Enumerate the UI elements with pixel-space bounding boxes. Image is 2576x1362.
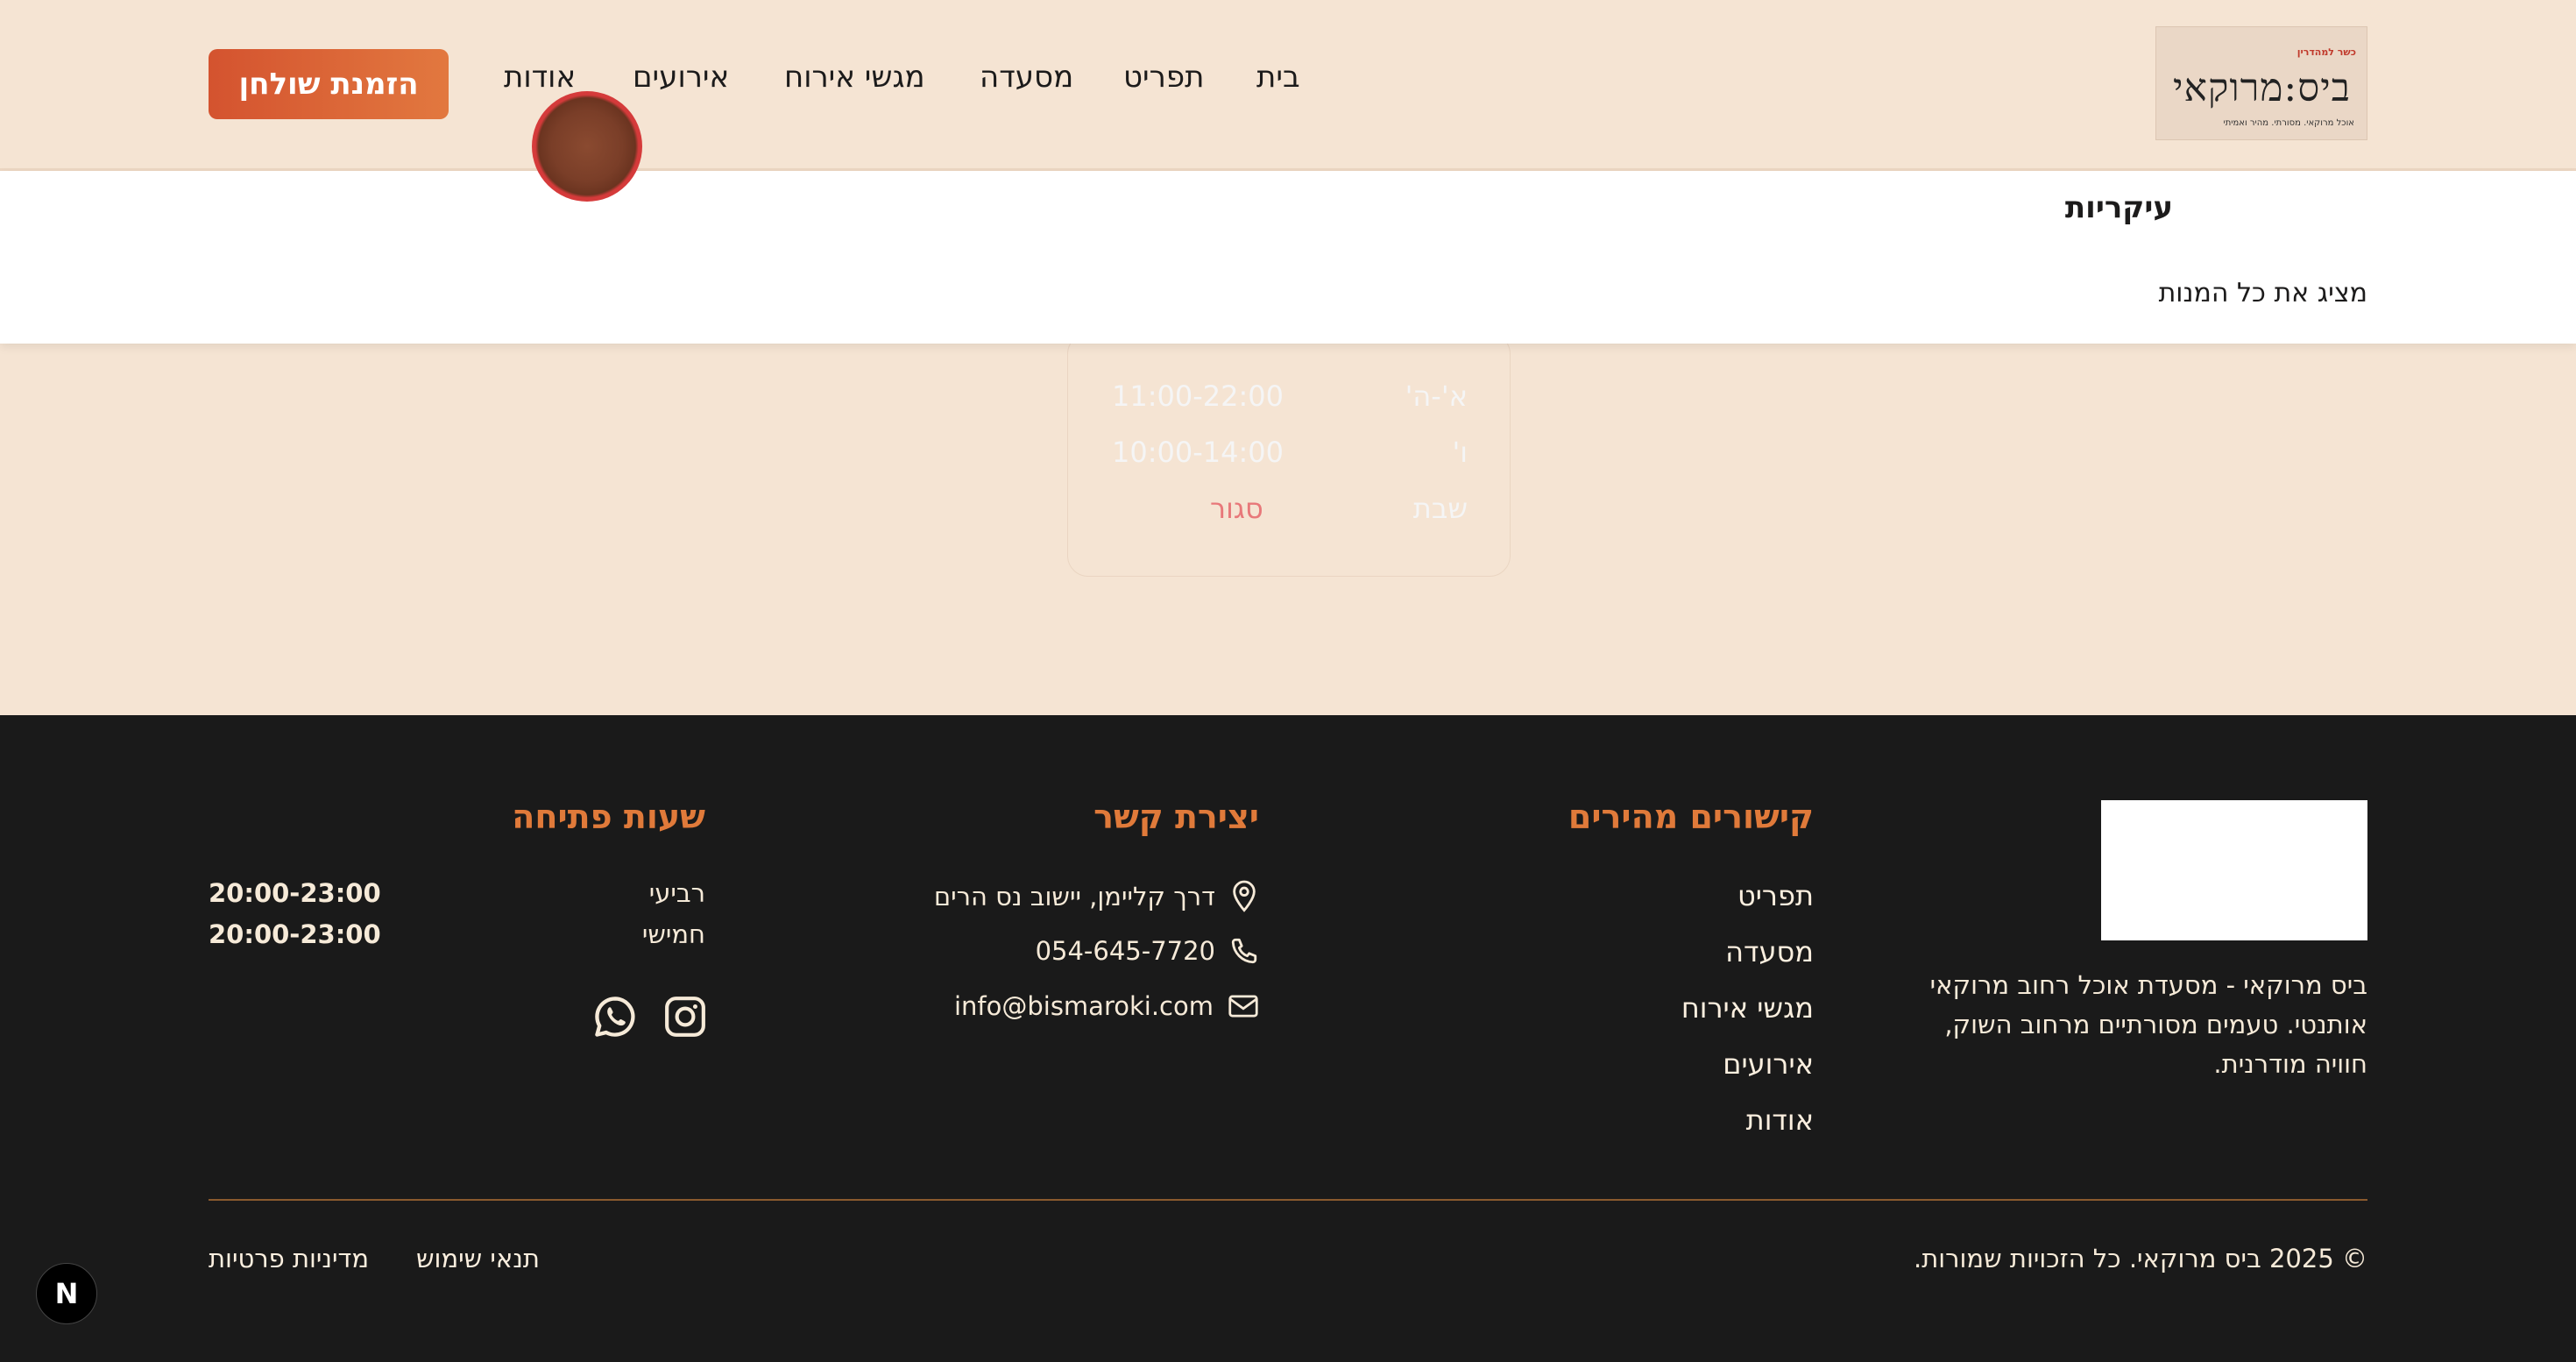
contact-address-text: דרך קליימן, יישוב נס הרים [933,882,1215,912]
nav-item-home[interactable]: בית [1256,60,1300,95]
opening-hours-card: א'-ה' 11:00-22:00 ו' 10:00-14:00 שבת סגו… [1067,333,1511,577]
copyright-text: © 2025 ביס מרוקאי. כל הזכויות שמורות. [1913,1244,2367,1273]
menu-dropdown-panel: עיקריות מציג את כל המנות [0,171,2576,344]
hours-card-time: 11:00-22:00 [1112,380,1284,413]
contact-phone-text: 054-645-7720 [1035,936,1215,966]
terms-link[interactable]: תנאי שימוש [416,1244,540,1273]
hours-card-day: א'-ה' [1405,380,1468,413]
contact-address: דרך קליימן, יישוב נס הרים [934,879,1259,914]
contact-email[interactable]: info@bismaroki.com [954,991,1259,1021]
hours-day: רביעי [648,878,705,908]
hours-card-day: ו' [1452,436,1468,469]
contact-title: יצירת קשר [1093,798,1259,836]
show-all-dishes-link[interactable]: מציג את כל המנות [2159,278,2367,309]
phone-icon [1231,938,1257,964]
brand-logo[interactable]: כשר למהדרין ביס:מרוקאי אוכל מרוקאי. מסור… [2155,26,2367,140]
quick-links-title: קישורים מהירים [1568,798,1814,836]
hours-day: חמישי [641,919,705,949]
instagram-icon[interactable] [663,995,707,1039]
hours-card-closed: סגור [1210,492,1263,525]
hours-card-time: 10:00-14:00 [1112,436,1284,469]
logo-subtitle: אוכל מרוקאי. מסורתי. מהיר ואמיתי [2223,118,2354,128]
mail-icon [1228,995,1258,1018]
nav-item-catering[interactable]: מגשי אירוח [784,60,925,95]
map-pin-icon [1233,880,1256,912]
footer-about-text: ביס מרוקאי - מסעדת אוכל רחוב מרוקאי אותנ… [1929,970,2367,1079]
contact-phone[interactable]: 054-645-7720 [1036,936,1259,966]
footer-logo [2101,800,2367,940]
footer-link-menu[interactable]: תפריט [1737,879,1814,912]
reserve-table-button[interactable]: הזמנת שולחן [209,49,449,119]
hours-card-day: שבת [1412,492,1468,525]
footer-link-about[interactable]: אודות [1746,1103,1814,1137]
logo-name: ביס:מרוקאי [2172,66,2351,110]
footer-link-events[interactable]: אירועים [1723,1047,1814,1081]
nav-item-events[interactable]: אירועים [633,60,729,95]
dropdown-category-title[interactable]: עיקריות [2065,190,2173,225]
nextjs-dev-badge[interactable]: N [36,1263,97,1324]
whatsapp-icon[interactable] [592,994,638,1039]
opening-hours-title: שעות פתיחה [512,798,705,836]
nav-item-about[interactable]: אודות [504,60,576,95]
privacy-link[interactable]: מדיניות פרטיות [209,1244,369,1273]
nav-item-menu[interactable]: תפריט [1123,60,1204,95]
footer-link-catering[interactable]: מגשי אירוח [1681,991,1814,1025]
nav-item-restaurant[interactable]: מסעדה [980,60,1073,95]
logo-kosher-tag: כשר למהדרין [2296,46,2356,58]
footer-divider [209,1199,2367,1201]
footer-link-restaurant[interactable]: מסעדה [1725,935,1814,968]
hours-time: 20:00-23:00 [209,878,381,908]
dish-thumbnail [532,91,642,202]
hours-time: 20:00-23:00 [209,919,381,949]
contact-email-text: info@bismaroki.com [953,991,1214,1021]
